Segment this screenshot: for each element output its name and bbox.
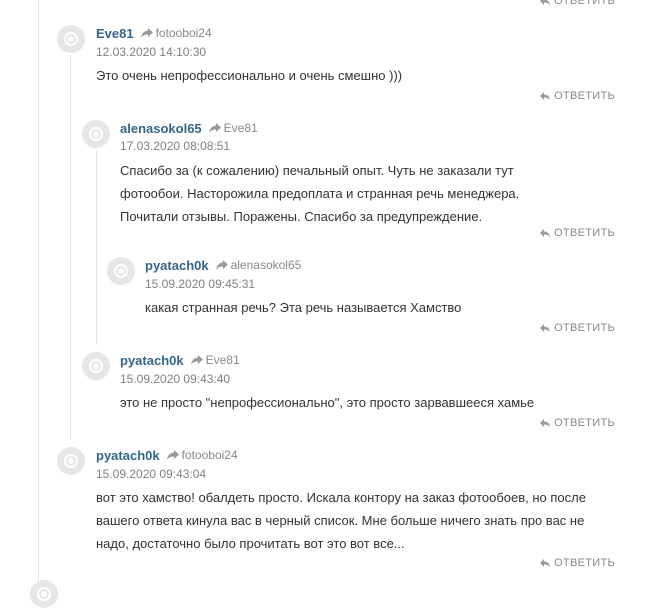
reply-icon <box>540 324 551 333</box>
reply-label: ОТВЕТИТЬ <box>554 227 615 239</box>
reply-arrow-icon <box>190 355 203 365</box>
reply-icon <box>540 0 551 6</box>
avatar <box>57 447 85 475</box>
comment-date[interactable]: 15.09.2020 09:43:04 <box>96 467 206 481</box>
comment-date[interactable]: 15.09.2020 09:43:40 <box>120 372 230 386</box>
reply-arrow-icon <box>208 123 221 133</box>
comment-author[interactable]: pyatach0k <box>120 353 184 368</box>
comment-date[interactable]: 12.03.2020 14:10:30 <box>96 45 206 59</box>
comment: pyatach0k fotooboi24 15.09.2020 09:43:04… <box>57 447 622 557</box>
reply-arrow-icon <box>166 450 179 460</box>
avatar <box>82 120 110 148</box>
reply-arrow-icon <box>140 28 153 38</box>
reply-icon <box>540 419 551 428</box>
reply-to-user[interactable]: fotooboi24 <box>156 26 212 40</box>
reply-icon <box>540 92 551 101</box>
avatar <box>57 25 85 53</box>
reply-to-user[interactable]: alenasokol65 <box>231 258 302 272</box>
comment: Eve81 fotooboi24 12.03.2020 14:10:30 Это… <box>57 25 617 110</box>
thread-line <box>70 55 71 440</box>
comment-text: Спасибо за (к сожалению) печальный опыт.… <box>120 163 520 224</box>
reply-arrow-icon <box>215 260 228 270</box>
comment-date[interactable]: 15.09.2020 09:45:31 <box>145 277 255 291</box>
thread-line <box>38 0 39 586</box>
comment-text: это не просто "непрофессионально", это п… <box>120 395 535 410</box>
reply-button[interactable]: ОТВЕТИТЬ <box>539 226 615 240</box>
comment-author[interactable]: alenasokol65 <box>120 121 202 136</box>
reply-label: ОТВЕТИТЬ <box>554 557 615 569</box>
reply-icon <box>540 559 551 568</box>
reply-icon <box>540 229 551 238</box>
reply-button[interactable]: ОТВЕТИТЬ <box>539 321 615 335</box>
avatar <box>82 352 110 380</box>
comment-text: вот это хамство! обалдеть просто. Искала… <box>96 490 586 551</box>
reply-button[interactable]: ОТВЕТИТЬ <box>539 89 615 103</box>
avatar <box>30 580 58 608</box>
comment-author[interactable]: pyatach0k <box>96 448 160 463</box>
reply-button[interactable]: ОТВЕТИТЬ <box>539 0 615 8</box>
avatar <box>107 257 135 285</box>
reply-button[interactable]: ОТВЕТИТЬ <box>539 416 615 430</box>
comment-text: какая странная речь? Эта речь называется… <box>145 300 462 315</box>
reply-button[interactable]: ОТВЕТИТЬ <box>539 556 615 570</box>
reply-label: ОТВЕТИТЬ <box>554 90 615 102</box>
comment: alenasokol65 Eve81 17.03.2020 08:08:51 С… <box>82 120 622 230</box>
reply-label: ОТВЕТИТЬ <box>554 322 615 334</box>
comment-date[interactable]: 17.03.2020 08:08:51 <box>120 139 230 153</box>
reply-to-user[interactable]: Eve81 <box>206 353 240 367</box>
comment: pyatach0k alenasokol65 15.09.2020 09:45:… <box>107 257 617 327</box>
comment-text: Это очень непрофессионально и очень смеш… <box>96 68 403 83</box>
comment-author[interactable]: pyatach0k <box>145 258 209 273</box>
reply-to-user[interactable]: fotooboi24 <box>182 448 238 462</box>
reply-label: ОТВЕТИТЬ <box>554 0 615 7</box>
comment: pyatach0k Eve81 15.09.2020 09:43:40 это … <box>82 352 622 422</box>
comment-author[interactable]: Eve81 <box>96 26 134 41</box>
reply-to-user[interactable]: Eve81 <box>224 121 258 135</box>
reply-label: ОТВЕТИТЬ <box>554 417 615 429</box>
